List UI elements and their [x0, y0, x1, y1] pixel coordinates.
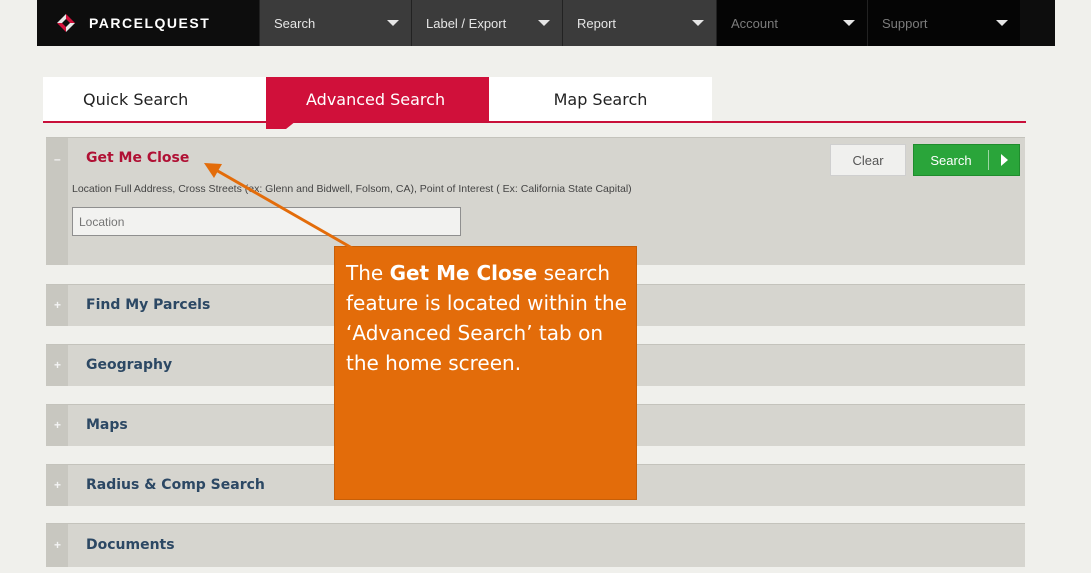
radius-comp-search-title: Radius & Comp Search [86, 477, 265, 493]
callout-text-bold: Get Me Close [389, 261, 538, 285]
nav-account-label: Account [731, 15, 778, 31]
play-arrow-icon [1001, 154, 1008, 166]
nav-support-label: Support [882, 15, 928, 31]
tab-advanced-search[interactable]: Advanced Search [266, 77, 489, 129]
expand-icon: + [54, 538, 62, 552]
search-tabs: Quick Search Advanced Search Map Search [43, 77, 1026, 129]
callout-text-pre: The [346, 261, 390, 285]
chevron-down-icon [843, 20, 855, 26]
search-button-label: Search [930, 152, 972, 168]
documents-panel[interactable]: + Documents [46, 523, 1025, 567]
nav-search-menu[interactable]: Search [259, 0, 411, 46]
nav-report-menu[interactable]: Report [562, 0, 716, 46]
find-my-parcels-title: Find My Parcels [86, 297, 211, 313]
maps-title: Maps [86, 417, 128, 433]
top-nav: PARCELQUEST Search Label / Export Report… [37, 0, 1055, 46]
chevron-down-icon [387, 20, 399, 26]
nav-support-menu[interactable]: Support [867, 0, 1020, 46]
nav-label-export-menu[interactable]: Label / Export [411, 0, 562, 46]
parcelquest-logo-icon [55, 12, 77, 34]
expand-icon: + [54, 478, 62, 492]
expand-icon: + [54, 358, 62, 372]
callout-box: The Get Me Close search feature is locat… [334, 246, 637, 500]
nav-account-menu[interactable]: Account [716, 0, 867, 46]
nav-report-label: Report [577, 15, 617, 31]
button-divider [988, 150, 989, 170]
brand[interactable]: PARCELQUEST [37, 0, 259, 46]
nav-search-label: Search [274, 15, 316, 31]
documents-title: Documents [86, 537, 175, 553]
chevron-down-icon [538, 20, 550, 26]
location-input[interactable] [72, 207, 461, 236]
top-bar: PARCELQUEST Search Label / Export Report… [0, 0, 1091, 48]
brand-name: PARCELQUEST [89, 15, 211, 31]
search-button[interactable]: Search [913, 144, 1020, 176]
chevron-down-icon [692, 20, 704, 26]
get-me-close-title[interactable]: Get Me Close [86, 150, 189, 166]
expand-icon: + [54, 418, 62, 432]
expand-icon: + [54, 298, 62, 312]
chevron-down-icon [996, 20, 1008, 26]
tab-quick-search[interactable]: Quick Search [43, 77, 266, 121]
geography-title: Geography [86, 357, 173, 373]
clear-button[interactable]: Clear [830, 144, 906, 176]
tab-map-search[interactable]: Map Search [489, 77, 712, 121]
nav-label-export-label: Label / Export [426, 15, 507, 31]
location-hint: Location Full Address, Cross Streets (ex… [72, 183, 632, 195]
collapse-icon[interactable]: – [54, 152, 61, 166]
